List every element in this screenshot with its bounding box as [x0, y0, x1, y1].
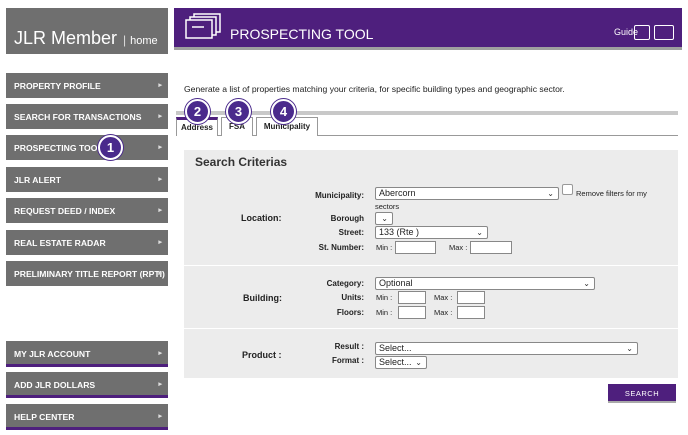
format-value: Select... [379, 357, 412, 367]
documents-icon [185, 13, 221, 39]
floors-max-input[interactable] [457, 306, 485, 319]
category-label: Category: [326, 279, 364, 288]
tab-strip [176, 111, 678, 115]
annotation-badge-4: 4 [271, 99, 296, 124]
sidebar-item-label: ADD JLR DOLLARS [14, 380, 96, 390]
units-max-input[interactable] [457, 291, 485, 304]
sidebar-item-label: PROPERTY PROFILE [14, 81, 101, 91]
chevron-right-icon: ▸ [158, 113, 162, 120]
sidebar-item-request-deed[interactable]: REQUEST DEED / INDEX ▸ [6, 198, 168, 223]
municipality-label: Municipality: [315, 191, 364, 200]
municipality-value: Abercorn [379, 188, 416, 198]
result-select[interactable]: Select... ⌄ [375, 342, 638, 355]
search-button[interactable]: SEARCH [608, 384, 676, 403]
pdf-guide-icon[interactable] [634, 25, 650, 40]
brand-banner: JLR Member | home [6, 8, 168, 54]
location-label: Location: [241, 213, 282, 223]
municipality-select[interactable]: Abercorn ⌄ [375, 187, 559, 200]
sidebar: JLR Member | home PROPERTY PROFILE ▸ SEARC… [0, 0, 172, 435]
section-divider [184, 328, 678, 329]
sidebar-item-jlr-alert[interactable]: JLR ALERT ▸ [6, 167, 168, 192]
product-label: Product : [242, 350, 282, 360]
sidebar-item-add-jlr-dollars[interactable]: ADD JLR DOLLARS ▸ [6, 372, 168, 398]
max-label: Max : [434, 308, 453, 317]
chevron-right-icon: ▸ [158, 413, 162, 420]
page-header: PROSPECTING TOOL Guide [174, 8, 682, 50]
remove-filters-label-cont: sectors [375, 202, 400, 211]
chevron-right-icon: ▸ [158, 144, 162, 151]
search-panel-title: Search Criterias [195, 155, 288, 169]
sidebar-item-search-transactions[interactable]: SEARCH FOR TRANSACTIONS ▸ [6, 104, 168, 129]
sidebar-item-label: JLR ALERT [14, 175, 61, 185]
chevron-right-icon: ▸ [158, 270, 162, 277]
borough-label: Borough [330, 214, 364, 223]
street-select[interactable]: 133 (Rte ) ⌄ [375, 226, 488, 239]
min-label: Min : [376, 293, 393, 302]
category-value: Optional [379, 278, 413, 288]
st-number-label: St. Number: [318, 243, 364, 252]
chevron-right-icon: ▸ [158, 176, 162, 183]
sidebar-item-label: PROSPECTING TOOL [14, 143, 103, 153]
st-number-max-input[interactable] [470, 241, 512, 254]
floors-label: Floors: [336, 308, 364, 317]
units-min-input[interactable] [398, 291, 426, 304]
street-label: Street: [338, 228, 364, 237]
result-value: Select... [379, 343, 412, 353]
building-label: Building: [243, 293, 282, 303]
page-title: PROSPECTING TOOL [230, 26, 374, 42]
remove-filters-label: Remove filters for my [576, 189, 647, 198]
chevron-down-icon: ⌄ [547, 189, 554, 198]
result-label: Result : [334, 342, 364, 351]
min-label: Min : [376, 308, 393, 317]
street-value: 133 (Rte ) [379, 227, 420, 237]
sidebar-item-label: REAL ESTATE RADAR [14, 238, 106, 248]
floors-min-input[interactable] [398, 306, 426, 319]
brand-separator: | [123, 33, 127, 47]
units-label: Units: [341, 293, 364, 302]
home-link[interactable]: home [130, 35, 158, 47]
sidebar-item-label: REQUEST DEED / INDEX [14, 206, 116, 216]
sidebar-item-help-center[interactable]: HELP CENTER ▸ [6, 404, 168, 430]
sidebar-item-label: HELP CENTER [14, 412, 75, 422]
intro-text: Generate a list of properties matching y… [184, 84, 565, 94]
format-label: Format : [332, 356, 364, 365]
chevron-down-icon: ⌄ [476, 228, 483, 237]
format-select[interactable]: Select... ⌄ [375, 356, 427, 369]
section-divider [184, 265, 678, 266]
sidebar-item-property-profile[interactable]: PROPERTY PROFILE ▸ [6, 73, 168, 98]
sidebar-item-preliminary-title-report[interactable]: PRELIMINARY TITLE REPORT (RPTI) ▸ [6, 261, 168, 286]
category-select[interactable]: Optional ⌄ [375, 277, 595, 290]
sidebar-item-prospecting-tool[interactable]: PROSPECTING TOOL ▸ [6, 135, 168, 160]
annotation-badge-3: 3 [226, 99, 251, 124]
video-guide-icon[interactable] [654, 25, 674, 40]
chevron-down-icon: ⌄ [415, 358, 422, 367]
annotation-badge-2: 2 [185, 99, 210, 124]
remove-filters-checkbox[interactable] [562, 184, 573, 195]
annotation-badge-1: 1 [98, 135, 123, 160]
sidebar-item-label: PRELIMINARY TITLE REPORT (RPTI) [14, 269, 165, 279]
max-label: Max : [434, 293, 453, 302]
chevron-right-icon: ▸ [158, 207, 162, 214]
chevron-right-icon: ▸ [158, 350, 162, 357]
chevron-down-icon: ⌄ [583, 279, 590, 288]
st-number-min-input[interactable] [395, 241, 436, 254]
min-label: Min : [376, 243, 393, 252]
max-label: Max : [449, 243, 468, 252]
sidebar-item-label: SEARCH FOR TRANSACTIONS [14, 112, 142, 122]
chevron-right-icon: ▸ [158, 239, 162, 246]
sidebar-item-my-jlr-account[interactable]: MY JLR ACCOUNT ▸ [6, 341, 168, 367]
borough-select[interactable]: ⌄ [375, 212, 393, 225]
chevron-down-icon: ⌄ [626, 344, 633, 353]
sidebar-item-real-estate-radar[interactable]: REAL ESTATE RADAR ▸ [6, 230, 168, 255]
chevron-down-icon: ⌄ [381, 214, 388, 223]
sidebar-item-label: MY JLR ACCOUNT [14, 349, 91, 359]
chevron-right-icon: ▸ [158, 381, 162, 388]
brand-name: JLR Member [14, 28, 118, 48]
chevron-right-icon: ▸ [158, 82, 162, 89]
